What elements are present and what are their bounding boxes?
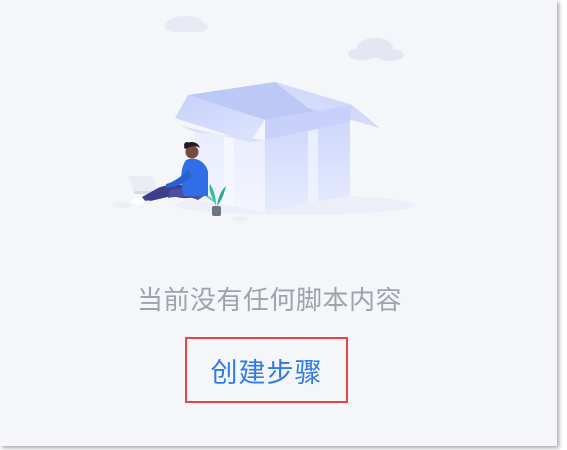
create-step-label[interactable]: 创建步骤	[211, 351, 323, 390]
create-step-button[interactable]: 创建步骤	[185, 337, 348, 403]
cloud-icon	[165, 16, 208, 32]
empty-state-panel: 当前没有任何脚本内容 创建步骤	[0, 0, 557, 446]
person-icon	[128, 142, 208, 206]
empty-state-message: 当前没有任何脚本内容	[136, 286, 402, 316]
cloud-icon	[348, 38, 404, 61]
empty-box-illustration	[112, 16, 415, 222]
